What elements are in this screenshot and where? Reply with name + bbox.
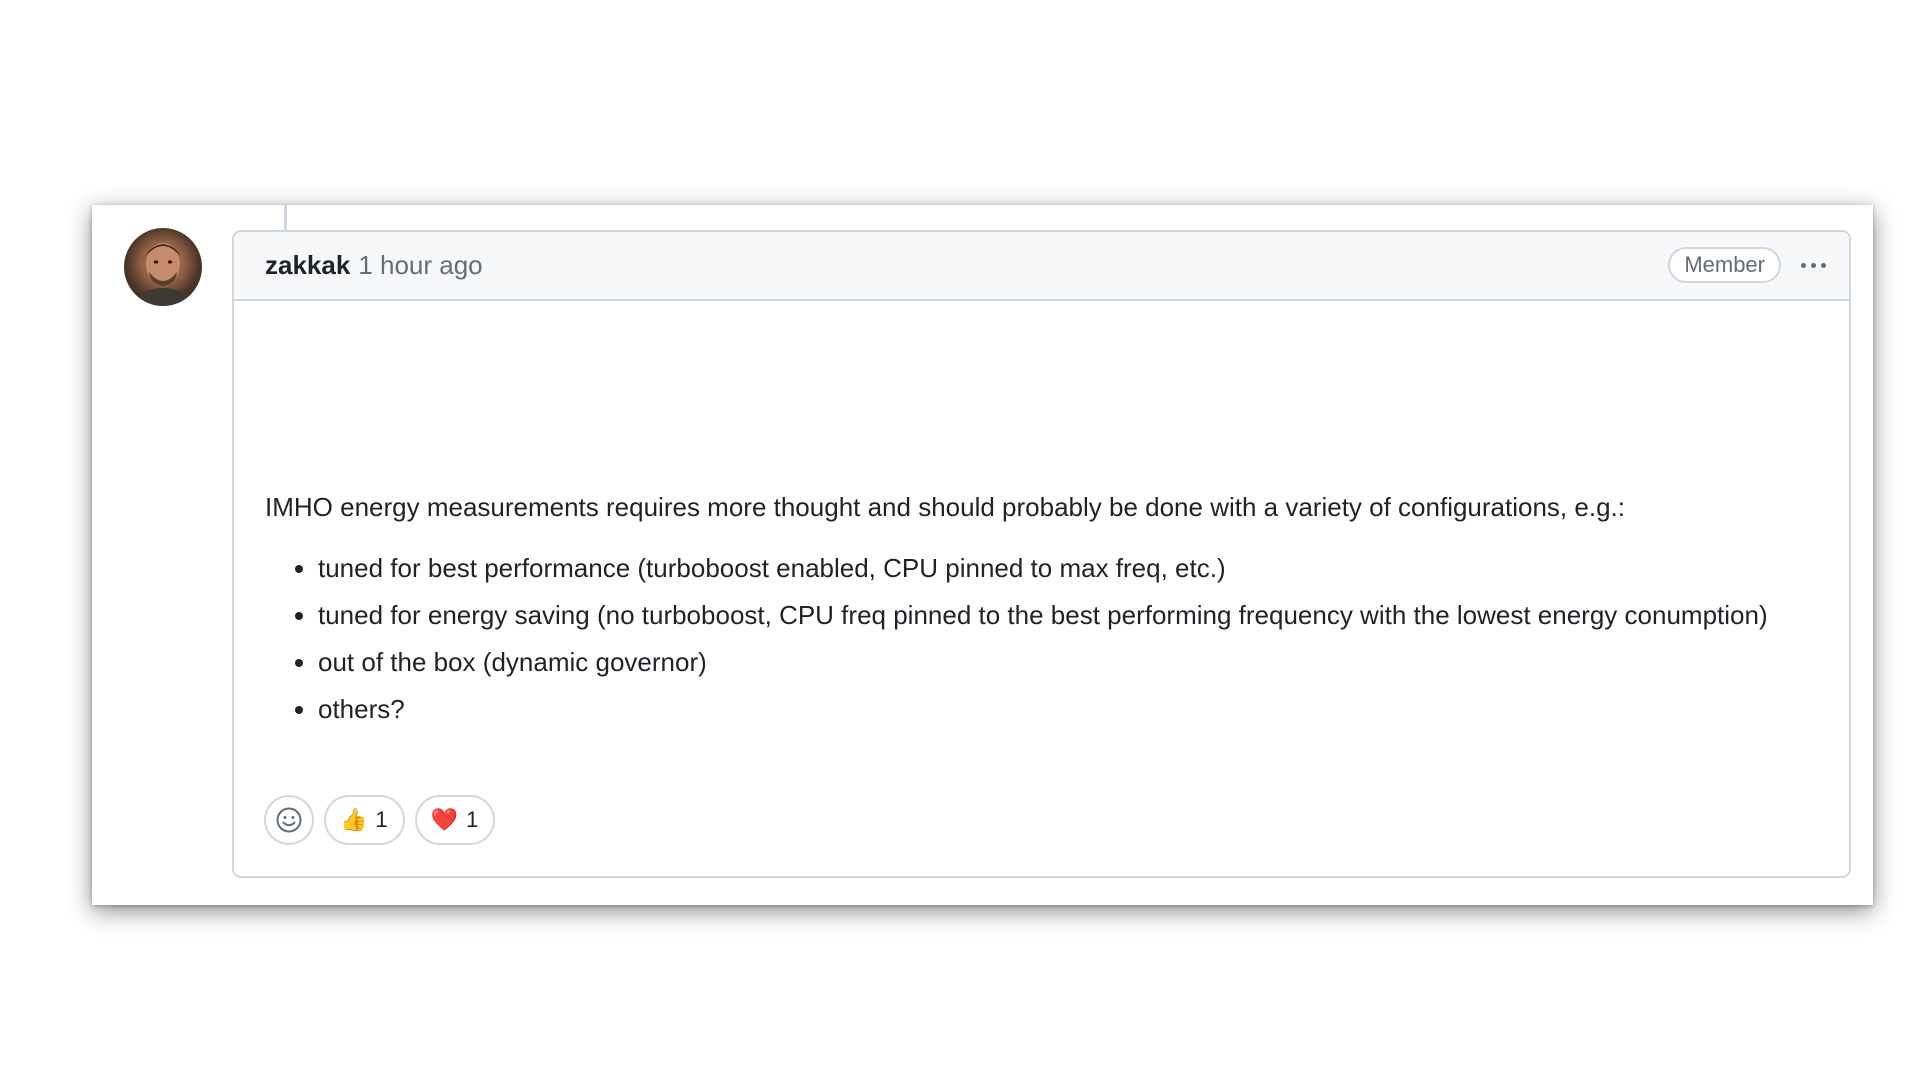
heart-icon: ❤️ (430, 807, 459, 832)
comment-intro: IMHO energy measurements requires more t… (265, 492, 1625, 522)
heart-reaction-button[interactable]: ❤️ 1 (414, 795, 496, 845)
list-item: tuned for best performance (turboboost e… (318, 548, 1829, 589)
more-dot-icon (1800, 262, 1806, 268)
timeline-connector (284, 205, 287, 231)
reaction-count: 1 (375, 807, 388, 832)
add-reaction-button[interactable] (264, 795, 314, 845)
list-item: tuned for energy saving (no turboboost, … (318, 595, 1829, 636)
reactions-bar: 👍 1 ❤️ 1 (264, 795, 496, 845)
author-link[interactable]: zakkak (265, 250, 350, 281)
member-badge: Member (1668, 247, 1781, 283)
avatar-portrait-icon (134, 243, 192, 306)
comment-box: zakkak 1 hour ago Member IMHO energy mea… (232, 230, 1851, 878)
reaction-count: 1 (466, 807, 479, 832)
thumbs-up-icon: 👍 (340, 807, 368, 832)
avatar[interactable] (124, 228, 202, 306)
list-item: out of the box (dynamic governor) (318, 642, 1829, 683)
screenshot-canvas: zakkak 1 hour ago Member IMHO energy mea… (0, 0, 1920, 1080)
thumbs-up-reaction-button[interactable]: 👍 1 (324, 795, 405, 845)
timestamp-link[interactable]: 1 hour ago (358, 250, 482, 281)
comment-body: IMHO energy measurements requires more t… (265, 487, 1829, 736)
more-dot-icon (1810, 262, 1816, 268)
more-options-button[interactable] (1793, 250, 1833, 280)
smiley-icon (276, 807, 302, 833)
configuration-list: tuned for best performance (turboboost e… (265, 548, 1829, 730)
more-dot-icon (1820, 262, 1826, 268)
list-item: others? (318, 689, 1829, 730)
comment-header: zakkak 1 hour ago Member (234, 232, 1849, 301)
